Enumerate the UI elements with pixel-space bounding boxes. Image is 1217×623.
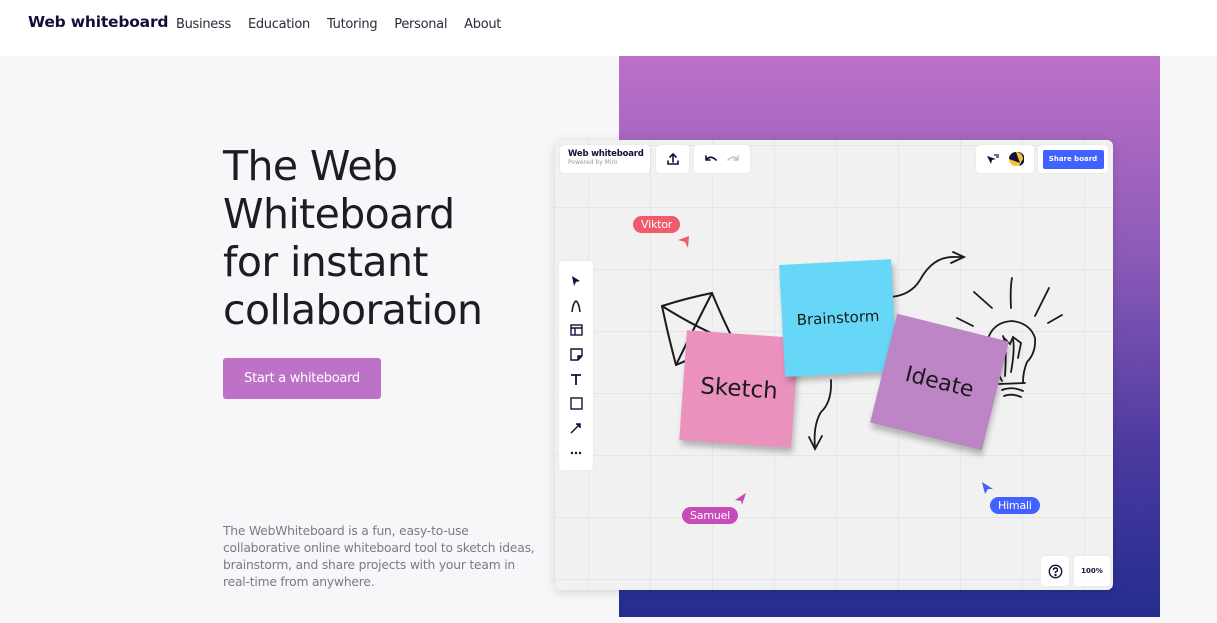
redo-icon[interactable] xyxy=(726,153,740,165)
more-icon xyxy=(570,451,582,454)
share-board-button[interactable]: Share board xyxy=(1042,149,1104,169)
help-button[interactable] xyxy=(1041,556,1069,586)
collaborator-tag-himali: Himali xyxy=(990,497,1040,514)
sticky-note-sketch[interactable]: Sketch xyxy=(679,330,799,448)
help-icon xyxy=(1048,564,1062,578)
nav-link-tutoring[interactable]: Tutoring xyxy=(327,17,378,32)
cursor-share-icon[interactable] xyxy=(986,153,1000,165)
hero-title-line: Whiteboard xyxy=(223,190,455,238)
arrow-right-drawing xyxy=(890,251,967,298)
brand-logo[interactable]: Web whiteboard xyxy=(28,13,168,31)
collaboration-panel xyxy=(976,145,1034,173)
zoom-level[interactable]: 100% xyxy=(1074,556,1110,586)
text-icon xyxy=(571,374,581,386)
text-tool[interactable] xyxy=(564,367,588,392)
cursor-icon-viktor xyxy=(678,236,689,248)
board-subtitle: Powered by Miro xyxy=(568,159,618,166)
share-panel: Share board xyxy=(1038,145,1108,173)
hero-title-line: for instant xyxy=(223,238,428,286)
select-tool[interactable] xyxy=(564,269,588,294)
collaborator-tag-viktor: Viktor xyxy=(633,216,681,233)
sticky-note-icon xyxy=(569,348,583,361)
nav-links: Business Education Tutoring Personal Abo… xyxy=(176,17,518,32)
sticky-note-brainstorm[interactable]: Brainstorm xyxy=(779,259,897,377)
board-title: Web whiteboard xyxy=(568,149,644,159)
cursor-icon-samuel xyxy=(735,493,746,505)
more-tools[interactable] xyxy=(564,441,588,466)
arrow-tool[interactable] xyxy=(564,416,588,441)
cursor-icon-himali xyxy=(982,482,993,494)
nav-link-education[interactable]: Education xyxy=(248,17,310,32)
start-whiteboard-button[interactable]: Start a whiteboard xyxy=(223,358,381,399)
collaborator-tag-samuel: Samuel xyxy=(682,507,739,524)
nav-link-business[interactable]: Business xyxy=(176,17,231,32)
undo-icon[interactable] xyxy=(704,153,718,165)
pen-tool[interactable] xyxy=(564,294,588,319)
hero-title-line: collaboration xyxy=(223,286,483,334)
hero-title-line: The Web xyxy=(223,142,398,190)
user-avatar[interactable] xyxy=(1008,151,1024,167)
shape-tool[interactable] xyxy=(564,392,588,417)
undo-redo-panel xyxy=(694,145,750,173)
top-navigation: Web whiteboard Business Education Tutori… xyxy=(0,0,1217,56)
arrow-down-drawing xyxy=(808,379,832,451)
hero-title: The Web Whiteboard for instant collabora… xyxy=(223,142,483,334)
upload-icon xyxy=(666,152,679,165)
nav-link-about[interactable]: About xyxy=(464,17,501,32)
nav-link-personal[interactable]: Personal xyxy=(394,17,447,32)
template-tool[interactable] xyxy=(564,318,588,343)
arrow-icon xyxy=(570,423,581,434)
select-icon xyxy=(572,276,580,287)
whiteboard-preview[interactable]: Sketch Brainstorm Ideate Viktor Samuel H… xyxy=(555,140,1113,590)
pen-icon xyxy=(571,299,581,312)
board-title-panel[interactable]: Web whiteboard Powered by Miro xyxy=(560,145,650,173)
shape-icon xyxy=(569,397,583,410)
tool-palette xyxy=(559,261,593,470)
template-icon xyxy=(569,324,583,336)
sticky-note-tool[interactable] xyxy=(564,343,588,368)
export-button[interactable] xyxy=(656,145,689,173)
hero-description: The WebWhiteboard is a fun, easy-to-use … xyxy=(223,524,535,589)
